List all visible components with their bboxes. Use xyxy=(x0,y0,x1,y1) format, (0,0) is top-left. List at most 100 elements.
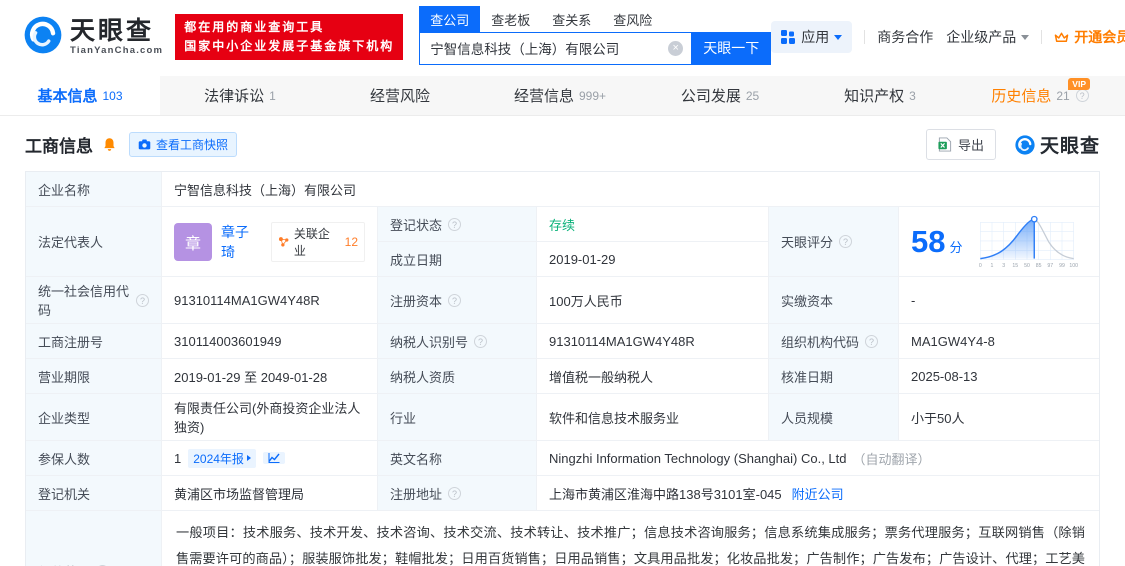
field-label-registration-number: 工商注册号 xyxy=(26,324,161,358)
svg-text:50: 50 xyxy=(1024,262,1030,268)
nav-cooperation[interactable]: 商务合作 xyxy=(877,27,933,47)
tab-count: 999+ xyxy=(578,88,607,103)
field-label-registered-capital: 注册资本 xyxy=(377,277,536,323)
field-label-english-name: 英文名称 xyxy=(377,441,536,475)
table-row: 企业类型 有限责任公司(外商投资企业法人独资) 行业 软件和信息技术服务业 人员… xyxy=(26,393,1099,440)
tab-history-info[interactable]: VIP 历史信息 21 xyxy=(960,76,1120,115)
search-button[interactable]: 天眼一下 xyxy=(691,31,772,65)
vip-badge: VIP xyxy=(1068,78,1090,91)
search-area: 查公司 查老板 查关系 查风险 天眼一下 xyxy=(419,5,772,65)
search-tab-risk[interactable]: 查风险 xyxy=(602,6,663,32)
nav-enterprise[interactable]: 企业级产品 xyxy=(946,27,1030,47)
field-label-tyc-score: 天眼评分 xyxy=(768,207,898,276)
tab-label: 历史信息 xyxy=(991,88,1052,105)
tab-company-development[interactable]: 公司发展 25 xyxy=(640,76,800,115)
score-unit: 分 xyxy=(949,240,963,255)
divider xyxy=(864,30,866,44)
tab-count: 103 xyxy=(102,88,123,103)
business-info-table: 企业名称 宁智信息科技（上海）有限公司 法定代表人 章 章子琦 关联企业 12 xyxy=(25,171,1100,566)
tianyancha-logo-icon xyxy=(22,14,64,61)
export-label: 导出 xyxy=(957,138,984,153)
score-value: 58 xyxy=(911,224,946,259)
tab-label: 知识产权 xyxy=(844,88,905,105)
field-value-registration-authority: 黄浦区市场监督管理局 xyxy=(161,476,377,510)
svg-text:1: 1 xyxy=(990,262,993,268)
table-row: 企业名称 宁智信息科技（上海）有限公司 xyxy=(26,172,1099,206)
field-label-industry: 行业 xyxy=(377,394,536,440)
search-tab-boss[interactable]: 查老板 xyxy=(480,6,541,32)
info-icon[interactable] xyxy=(448,293,462,307)
table-row: 工商注册号 310114003601949 纳税人识别号 91310114MA1… xyxy=(26,323,1099,358)
field-value-staff-size: 小于50人 xyxy=(898,394,1099,440)
field-label-approval-date: 核准日期 xyxy=(768,359,898,393)
nearby-companies-link[interactable]: 附近公司 xyxy=(792,484,844,503)
tab-count: 1 xyxy=(269,88,276,103)
subscribe-bell-icon[interactable] xyxy=(102,137,117,152)
field-value-approval-date: 2025-08-13 xyxy=(898,359,1099,393)
search-tab-relation[interactable]: 查关系 xyxy=(541,6,602,32)
info-icon[interactable] xyxy=(448,486,462,500)
svg-text:99: 99 xyxy=(1059,262,1065,268)
field-label-taxpayer-id: 纳税人识别号 xyxy=(377,324,536,358)
field-value-company-name: 宁智信息科技（上海）有限公司 xyxy=(161,172,1099,206)
vip-upgrade[interactable]: 开通会员 xyxy=(1054,27,1125,47)
field-value-tyc-score[interactable]: 58 分 0 1 3 15 50 85 97 99 100 xyxy=(898,207,1099,276)
excel-icon xyxy=(938,137,952,152)
info-icon[interactable] xyxy=(1075,89,1089,102)
tab-legal-proceedings[interactable]: 法律诉讼 1 xyxy=(160,76,320,115)
field-value-paid-capital: - xyxy=(898,277,1099,323)
svg-text:100: 100 xyxy=(1069,262,1078,268)
tab-label: 经营信息 xyxy=(513,88,574,105)
info-icon[interactable] xyxy=(474,334,488,348)
tab-intellectual-property[interactable]: 知识产权 3 xyxy=(800,76,960,115)
field-label-registration-authority: 登记机关 xyxy=(26,476,161,510)
related-count: 12 xyxy=(344,234,358,249)
clear-search-icon[interactable] xyxy=(668,40,684,56)
search-tab-company[interactable]: 查公司 xyxy=(419,5,481,32)
related-companies-badge[interactable]: 关联企业 12 xyxy=(271,221,365,262)
field-label-insured-count: 参保人数 xyxy=(26,441,161,475)
company-section-tabs: 基本信息 103 法律诉讼 1 经营风险 经营信息 999+ 公司发展 25 知… xyxy=(0,76,1125,116)
annual-report-link[interactable]: 2024年报 xyxy=(188,448,256,468)
tab-operation-info[interactable]: 经营信息 999+ xyxy=(480,76,640,115)
tab-label: 公司发展 xyxy=(680,88,741,105)
insured-trend-chart-button[interactable] xyxy=(262,452,285,464)
business-info-header: 工商信息 查看工商快照 导出 天眼查 xyxy=(0,116,1125,169)
export-button[interactable]: 导出 xyxy=(925,129,996,160)
tianyancha-logo[interactable]: 天眼查 TianYanCha.com xyxy=(22,14,163,61)
apps-menu[interactable]: 应用 xyxy=(771,21,853,53)
search-input[interactable] xyxy=(419,31,692,65)
table-row: 统一社会信用代码 91310114MA1GW4Y48R 注册资本 100万人民币… xyxy=(26,276,1099,323)
tab-count: 3 xyxy=(909,88,916,103)
grid-icon xyxy=(781,30,796,44)
table-row: 法定代表人 章 章子琦 关联企业 12 登记状态 ? 存续 成立日期 2019-… xyxy=(26,206,1099,276)
slogan-line-1: 都在用的商业查询工具 xyxy=(184,19,325,34)
svg-text:3: 3 xyxy=(1002,262,1005,268)
logo-name: 天眼查 xyxy=(70,17,155,46)
info-icon[interactable] xyxy=(448,217,462,231)
field-value-english-name: Ningzhi Information Technology (Shanghai… xyxy=(536,441,1099,475)
info-icon[interactable] xyxy=(136,293,149,307)
business-snapshot-button[interactable]: 查看工商快照 xyxy=(129,132,238,157)
info-icon[interactable] xyxy=(865,334,879,348)
svg-text:97: 97 xyxy=(1047,262,1053,268)
top-header: 天眼查 TianYanCha.com 都在用的商业查询工具 国家中小企业发展子基… xyxy=(0,0,1125,65)
chevron-down-icon xyxy=(1021,34,1030,40)
slogan-line-2: 国家中小企业发展子基金旗下机构 xyxy=(184,39,395,53)
tab-operation-risk[interactable]: 经营风险 xyxy=(320,76,480,115)
avatar[interactable]: 章 xyxy=(174,222,212,261)
enterprise-label: 企业级产品 xyxy=(946,29,1017,45)
field-value-business-scope: 一般项目：技术服务、技术开发、技术咨询、技术交流、技术转让、技术推广；信息技术咨… xyxy=(161,511,1099,566)
field-label-legal-representative: 法定代表人 xyxy=(26,207,161,276)
network-icon xyxy=(279,236,289,247)
legal-representative-link[interactable]: 章子琦 xyxy=(221,222,262,262)
field-value-industry: 软件和信息技术服务业 xyxy=(536,394,768,440)
field-value-taxpayer-quality: 增值税一般纳税人 xyxy=(536,359,768,393)
related-label: 关联企业 xyxy=(293,226,330,258)
field-value-registration-status: 存续 xyxy=(536,207,768,241)
svg-text:15: 15 xyxy=(1012,262,1018,268)
snapshot-label: 查看工商快照 xyxy=(156,138,229,152)
tab-basic-info[interactable]: 基本信息 103 xyxy=(0,76,160,115)
info-icon[interactable] xyxy=(839,235,853,248)
field-value-organization-code: MA1GW4Y4-8 xyxy=(898,324,1099,358)
